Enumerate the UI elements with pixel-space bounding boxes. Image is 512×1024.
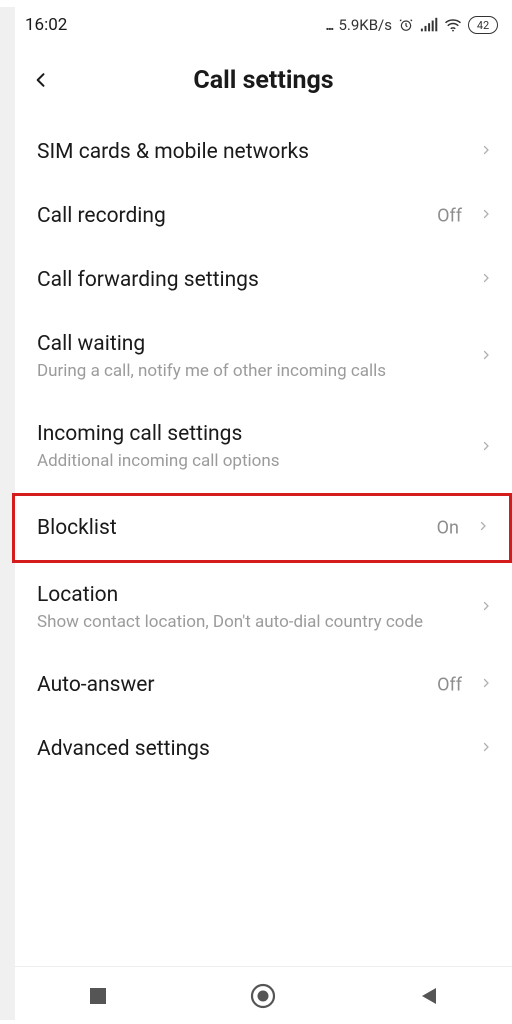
chevron-right-icon bbox=[480, 674, 492, 696]
chevron-right-icon bbox=[480, 597, 492, 619]
row-blocklist[interactable]: Blocklist On bbox=[12, 493, 512, 563]
settings-list: SIM cards & mobile networks Call recordi… bbox=[15, 120, 512, 781]
row-sim-networks[interactable]: SIM cards & mobile networks bbox=[15, 120, 512, 184]
nav-back-button[interactable] bbox=[369, 967, 489, 1024]
row-label: Call recording bbox=[37, 204, 462, 228]
row-value: On bbox=[437, 517, 459, 538]
chevron-right-icon bbox=[480, 346, 492, 368]
row-label: Location bbox=[37, 583, 462, 607]
row-value: Off bbox=[437, 675, 462, 696]
top-gutter bbox=[0, 0, 512, 7]
android-nav-bar bbox=[15, 966, 512, 1024]
alarm-icon bbox=[398, 17, 414, 33]
chevron-right-icon bbox=[480, 437, 492, 459]
row-call-recording[interactable]: Call recording Off bbox=[15, 184, 512, 248]
row-label: Call forwarding settings bbox=[37, 268, 462, 292]
row-call-waiting[interactable]: Call waiting During a call, notify me of… bbox=[15, 312, 512, 402]
row-label: SIM cards & mobile networks bbox=[37, 140, 462, 164]
nav-home-button[interactable] bbox=[203, 967, 323, 1024]
back-button[interactable] bbox=[15, 52, 67, 108]
battery-indicator: 42 bbox=[468, 16, 498, 34]
title-bar: Call settings bbox=[15, 52, 512, 108]
chevron-right-icon bbox=[480, 738, 492, 760]
status-indicators: ... 5.9KB/s 42 bbox=[325, 16, 498, 34]
page-title: Call settings bbox=[67, 66, 512, 95]
row-label: Call waiting bbox=[37, 332, 462, 356]
row-location[interactable]: Location Show contact location, Don't au… bbox=[15, 563, 512, 653]
nav-recent-button[interactable] bbox=[38, 967, 158, 1024]
more-dots-icon: ... bbox=[325, 16, 332, 34]
row-subtitle: Show contact location, Don't auto-dial c… bbox=[37, 611, 462, 633]
status-bar: 16:02 ... 5.9KB/s 42 bbox=[15, 7, 512, 43]
chevron-right-icon bbox=[477, 517, 489, 539]
row-value: Off bbox=[437, 206, 462, 227]
row-call-forwarding[interactable]: Call forwarding settings bbox=[15, 248, 512, 312]
row-subtitle: During a call, notify me of other incomi… bbox=[37, 360, 462, 382]
wifi-icon bbox=[444, 18, 462, 32]
chevron-right-icon bbox=[480, 205, 492, 227]
chevron-right-icon bbox=[480, 141, 492, 163]
row-label: Incoming call settings bbox=[37, 422, 462, 446]
bottom-gutter bbox=[0, 1020, 512, 1024]
chevron-right-icon bbox=[480, 269, 492, 291]
row-incoming-settings[interactable]: Incoming call settings Additional incomi… bbox=[15, 402, 512, 492]
row-label: Blocklist bbox=[37, 516, 459, 540]
row-label: Advanced settings bbox=[37, 737, 462, 761]
row-advanced-settings[interactable]: Advanced settings bbox=[15, 717, 512, 781]
row-subtitle: Additional incoming call options bbox=[37, 450, 462, 472]
network-speed: 5.9KB/s bbox=[338, 16, 392, 34]
row-label: Auto-answer bbox=[37, 673, 462, 697]
signal-icon bbox=[420, 17, 438, 33]
row-auto-answer[interactable]: Auto-answer Off bbox=[15, 653, 512, 717]
status-time: 16:02 bbox=[25, 15, 67, 35]
